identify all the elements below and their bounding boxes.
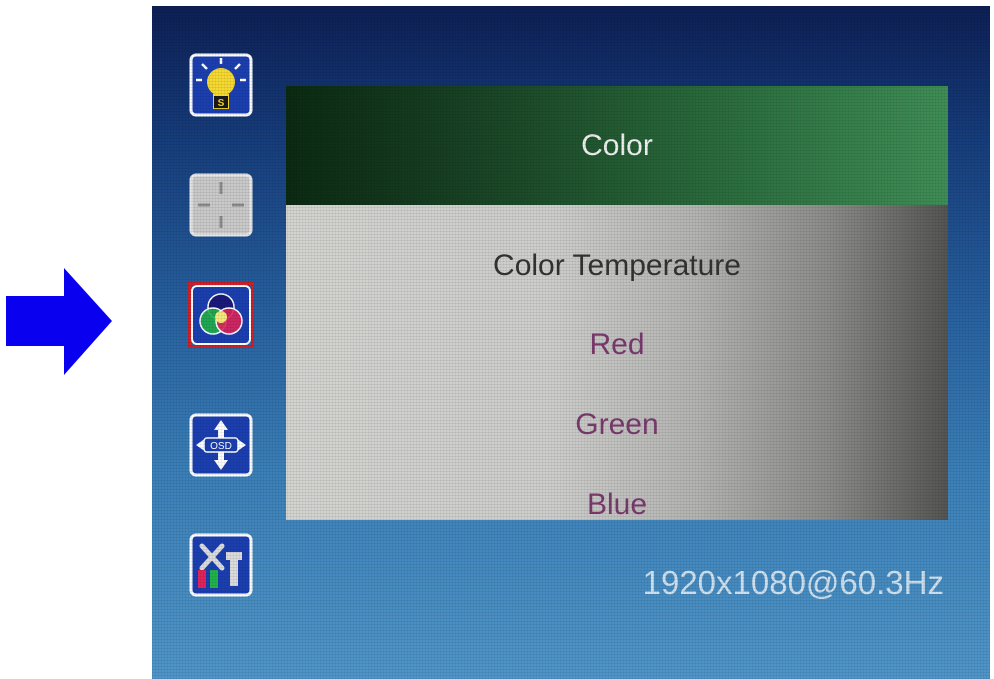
image-position-button[interactable] — [188, 172, 254, 238]
menu-item-color-temperature[interactable]: Color Temperature — [286, 249, 948, 283]
brightness-icon: S — [189, 53, 253, 117]
osd-screen: S OSD Color Color Temperature Red Green … — [152, 6, 990, 679]
svg-text:S: S — [218, 98, 225, 109]
color-icon — [191, 285, 251, 345]
resolution-status: 1920x1080@60.3Hz — [642, 564, 944, 601]
osd-position-icon: OSD — [189, 413, 253, 477]
color-menu-panel: Color Color Temperature Red Green Blue — [286, 86, 948, 520]
setup-tools-icon — [189, 533, 253, 597]
right-arrow-icon — [6, 268, 112, 375]
panel-title: Color — [581, 128, 653, 162]
menu-item-red[interactable]: Red — [286, 328, 948, 362]
setup-button[interactable] — [188, 532, 254, 598]
image-position-icon — [189, 173, 253, 237]
panel-header: Color — [286, 86, 948, 205]
menu-item-blue[interactable]: Blue — [286, 488, 948, 520]
brightness-button[interactable]: S — [188, 52, 254, 118]
color-button[interactable] — [188, 282, 254, 348]
menu-item-green[interactable]: Green — [286, 408, 948, 442]
svg-text:OSD: OSD — [210, 441, 232, 452]
panel-body: Color Temperature Red Green Blue — [286, 205, 948, 520]
osd-position-button[interactable]: OSD — [188, 412, 254, 478]
